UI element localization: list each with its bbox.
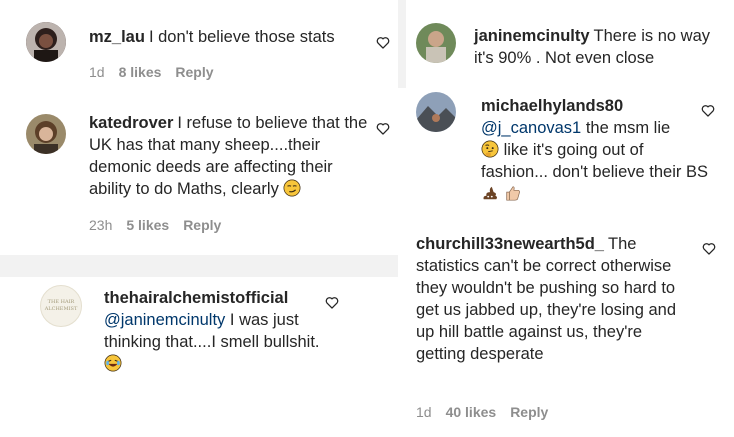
- smirk-emoji-icon: [283, 179, 301, 197]
- comment-text: the msm lie: [585, 119, 671, 137]
- heart-outline-icon[interactable]: [701, 104, 715, 117]
- avatar-photo: [26, 22, 66, 62]
- panel-gap: [398, 0, 406, 80]
- heart-outline-icon[interactable]: [325, 296, 339, 309]
- comment-body: janinemcinulty There is no way it's 90% .…: [474, 25, 732, 69]
- panel-gap: [0, 255, 398, 277]
- avatar-photo: [416, 23, 456, 63]
- comment-likes[interactable]: 8 likes: [119, 64, 162, 80]
- avatar[interactable]: [416, 23, 456, 63]
- comment-likes[interactable]: 5 likes: [126, 217, 169, 233]
- laughing-emoji-icon: [104, 354, 122, 372]
- heart-outline-icon[interactable]: [376, 36, 390, 49]
- comment-meta: 1d 40 likes Reply: [416, 404, 562, 420]
- comment-body: thehairalchemistofficial @janinemcinulty…: [104, 287, 329, 375]
- avatar-photo: [416, 92, 456, 132]
- poop-emoji-icon: [483, 186, 498, 200]
- comment-body: katedrover I refuse to believe that the U…: [89, 112, 369, 200]
- reply-button[interactable]: Reply: [510, 404, 548, 420]
- thumbs-up-icon: [505, 186, 520, 201]
- reply-button[interactable]: Reply: [183, 217, 221, 233]
- comment-meta: 1d 8 likes Reply: [89, 64, 228, 80]
- comment-body: churchill33newearth5d_ The statistics can…: [416, 233, 688, 365]
- heart-outline-icon[interactable]: [376, 122, 390, 135]
- comment-username[interactable]: mz_lau: [89, 28, 145, 46]
- comment-mention[interactable]: @janinemcinulty: [104, 311, 225, 329]
- comment-text: I don't believe those stats: [148, 28, 335, 46]
- reply-button[interactable]: Reply: [175, 64, 213, 80]
- comment-text: The statistics can't be correct otherwis…: [416, 235, 677, 363]
- avatar[interactable]: THE HAIR ALCHEMIST: [40, 285, 82, 327]
- comment-username[interactable]: thehairalchemistofficial: [104, 289, 288, 307]
- comment-time[interactable]: 1d: [89, 64, 105, 80]
- comment-meta: 23h 5 likes Reply: [89, 217, 235, 233]
- comment-username[interactable]: katedrover: [89, 114, 173, 132]
- panel-gap: [398, 80, 406, 88]
- comment-time[interactable]: 23h: [89, 217, 112, 233]
- thinking-emoji-icon: [481, 140, 499, 158]
- comment-mention[interactable]: @j_canovas1: [481, 119, 581, 137]
- comment-time[interactable]: 1d: [416, 404, 432, 420]
- comment-body: mz_lau I don't believe those stats: [89, 26, 369, 48]
- avatar[interactable]: [26, 22, 66, 62]
- comment-likes[interactable]: 40 likes: [446, 404, 497, 420]
- avatar-logo-text: THE HAIR ALCHEMIST: [44, 299, 78, 312]
- avatar[interactable]: [416, 92, 456, 132]
- comment-username[interactable]: janinemcinulty: [474, 27, 590, 45]
- avatar-photo: [26, 114, 66, 154]
- heart-outline-icon[interactable]: [702, 242, 716, 255]
- comment-username[interactable]: michaelhylands80: [481, 97, 623, 115]
- comment-text: like it's going out of fashion... don't …: [481, 141, 708, 181]
- comment-body: michaelhylands80 @j_canovas1 the msm lie…: [481, 95, 713, 205]
- avatar[interactable]: [26, 114, 66, 154]
- comment-username[interactable]: churchill33newearth5d_: [416, 235, 604, 253]
